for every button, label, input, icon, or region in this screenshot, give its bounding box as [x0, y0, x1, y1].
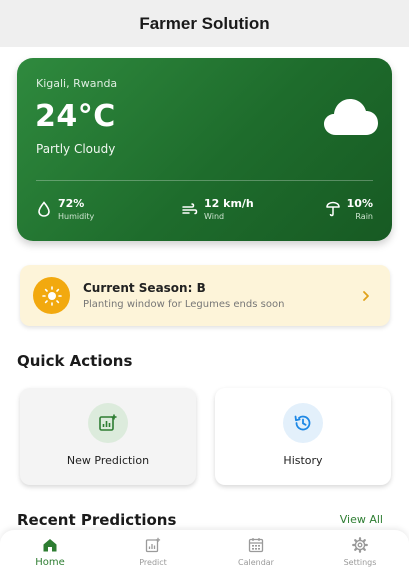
season-icon-badge	[33, 277, 70, 314]
season-title: Current Season: B	[83, 281, 206, 295]
wind-label: Wind	[204, 212, 225, 221]
prediction-icon	[99, 414, 117, 431]
wind-icon	[182, 203, 198, 215]
nav-label-predict: Predict	[139, 558, 167, 567]
new-prediction-label: New Prediction	[66, 454, 150, 467]
nav-item-predict[interactable]: Predict	[123, 537, 183, 567]
season-subtitle: Planting window for Legumes ends soon	[83, 299, 285, 310]
humidity-icon	[38, 201, 50, 217]
nav-label-home: Home	[35, 557, 65, 568]
app-title: Farmer Solution	[139, 13, 270, 33]
nav-label-settings: Settings	[343, 558, 377, 567]
humidity-stat: 72% Humidity	[36, 197, 94, 222]
calendar-icon	[248, 538, 264, 553]
rain-icon	[325, 201, 340, 217]
rain-label: Rain	[355, 212, 373, 221]
rain-value: 10%	[346, 197, 373, 210]
recent-predictions-title: Recent Predictions	[17, 511, 177, 529]
app-bar: Farmer Solution	[0, 0, 409, 47]
sun-icon	[41, 285, 62, 306]
cloud-icon	[324, 99, 378, 135]
bottom-navigation: Home Predict Calendar Settings	[0, 530, 409, 573]
history-button[interactable]: History	[215, 388, 391, 485]
weather-condition: Partly Cloudy	[36, 142, 116, 156]
new-prediction-button[interactable]: New Prediction	[20, 388, 196, 485]
quick-actions-title: Quick Actions	[17, 352, 133, 370]
weather-temperature: 24°C	[35, 99, 116, 134]
view-all-link[interactable]: View All	[340, 513, 383, 526]
history-icon	[294, 415, 311, 431]
wind-stat: 12 km/h Wind	[182, 197, 254, 222]
nav-item-settings[interactable]: Settings	[330, 537, 390, 567]
nav-item-home[interactable]: Home	[20, 537, 80, 568]
rain-stat: 10% Rain	[325, 197, 373, 222]
prediction-icon-badge	[88, 403, 128, 443]
nav-label-calendar: Calendar	[238, 558, 274, 567]
history-icon-badge	[283, 403, 323, 443]
weather-card[interactable]: Kigali, Rwanda 24°C Partly Cloudy 72% Hu…	[17, 58, 392, 241]
history-label: History	[283, 454, 323, 467]
home-icon	[43, 539, 57, 552]
nav-item-calendar[interactable]: Calendar	[226, 537, 286, 567]
season-card[interactable]: Current Season: B Planting window for Le…	[20, 265, 390, 326]
humidity-value: 72%	[58, 197, 85, 210]
humidity-label: Humidity	[58, 212, 95, 221]
chevron-right-icon[interactable]	[360, 290, 372, 302]
wind-value: 12 km/h	[204, 197, 254, 210]
weather-location: Kigali, Rwanda	[36, 77, 118, 90]
weather-divider	[36, 180, 373, 181]
settings-icon	[352, 537, 368, 553]
predict-icon	[145, 537, 161, 553]
